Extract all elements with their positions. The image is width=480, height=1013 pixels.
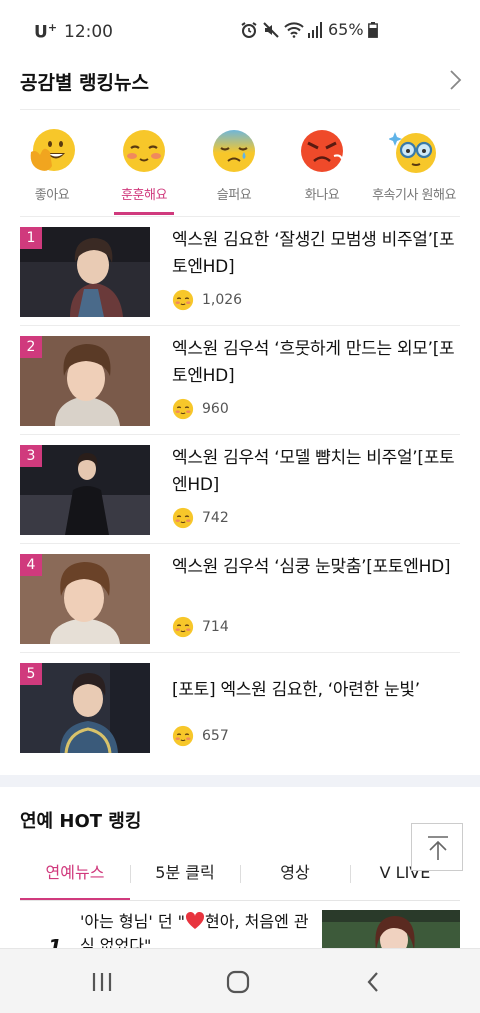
reaction-count: 1,026: [172, 289, 242, 311]
rank-badge: 1: [20, 227, 42, 249]
emotion-label: 후속기사 원해요: [372, 188, 456, 203]
hot-tabs: 연예뉴스 5분 클릭 영상 V LIVE: [20, 856, 460, 900]
emotion-label: 훈훈해요: [121, 188, 167, 203]
hot-news-thumbnail: [322, 910, 460, 950]
recent-apps-button[interactable]: [72, 949, 132, 1013]
status-bar: U+ 12:00 65%: [0, 0, 480, 60]
back-icon: [367, 971, 378, 992]
divider: [20, 325, 460, 326]
scroll-to-top-button[interactable]: [411, 823, 463, 871]
active-tab-indicator: [114, 212, 174, 215]
arrow-up-icon: [428, 836, 448, 860]
reaction-count: 714: [172, 616, 229, 638]
divider: [20, 216, 460, 217]
count-value: 1,026: [202, 292, 243, 308]
sad-face-icon: [213, 130, 255, 172]
tab-heartwarming[interactable]: 훈훈해요: [100, 126, 188, 216]
emotion-label: 화나요: [304, 188, 340, 203]
blushing-face-icon: [123, 130, 165, 172]
rank-badge: 3: [20, 445, 42, 467]
divider: [20, 900, 460, 901]
tab-sad[interactable]: 슬퍼요: [190, 126, 278, 216]
glasses-face-icon: [389, 132, 436, 173]
news-title[interactable]: 엑스원 김우석 ‘흐뭇하게 만드는 외모’[포토엔HD]: [172, 336, 460, 390]
tab-5min-click[interactable]: 5분 클릭: [130, 856, 240, 900]
news-item[interactable]: 2 엑스원 김우석 ‘흐뭇하게 만드는 외모’[포토엔HD] 960: [20, 336, 460, 444]
news-item[interactable]: 3 엑스원 김우석 ‘모델 뺨치는 비주얼’[포토엔HD] 742: [20, 445, 460, 553]
blushing-face-icon: [172, 507, 194, 529]
section-separator: [0, 775, 480, 787]
hot-ranking-title: 연예 HOT 랭킹: [20, 811, 142, 832]
blushing-face-icon: [172, 725, 194, 747]
news-item[interactable]: 5 [포토] 엑스원 김요한, ‘아련한 눈빛’ 657: [20, 663, 460, 771]
news-item[interactable]: 4 엑스원 김우석 ‘심쿵 눈맞춤’[포토엔HD] 714: [20, 554, 460, 662]
rank-badge: 5: [20, 663, 42, 685]
emotion-label: 슬퍼요: [216, 188, 252, 203]
news-title[interactable]: 엑스원 김요한 ‘잘생긴 모범생 비주얼’[포토엔HD]: [172, 227, 460, 281]
chevron-right-icon[interactable]: [446, 68, 464, 92]
angry-face-icon: [301, 130, 343, 172]
tab-angry[interactable]: 화나요: [278, 126, 366, 216]
news-item[interactable]: 1 엑스원 김요한 ‘잘생긴 모범생 비주얼’[포토엔HD] 1,026: [20, 227, 460, 335]
reaction-count: 960: [172, 398, 229, 420]
carrier-label: U+: [34, 21, 58, 43]
tab-entertainment-news[interactable]: 연예뉴스: [20, 856, 130, 900]
tab-video[interactable]: 영상: [240, 856, 350, 900]
blushing-face-icon: [172, 289, 194, 311]
android-nav-bar: [0, 948, 480, 1013]
reaction-count: 657: [172, 725, 229, 747]
rank-badge: 2: [20, 336, 42, 358]
thumbs-up-face-icon: [30, 129, 75, 171]
signal-icon: [308, 21, 322, 38]
battery-icon: [367, 21, 378, 38]
battery-percent: 65%: [328, 20, 364, 39]
reaction-count: 742: [172, 507, 229, 529]
count-value: 657: [202, 728, 229, 744]
active-tab-indicator: [20, 898, 130, 900]
emotion-label: 좋아요: [34, 188, 70, 203]
blushing-face-icon: [172, 398, 194, 420]
divider: [20, 543, 460, 544]
section-title: 공감별 랭킹뉴스: [20, 72, 149, 94]
blushing-face-icon: [172, 616, 194, 638]
divider: [20, 434, 460, 435]
tab-want-follow-up[interactable]: 후속기사 원해요: [370, 126, 458, 216]
news-title[interactable]: 엑스원 김우석 ‘심쿵 눈맞춤’[포토엔HD]: [172, 554, 460, 581]
divider: [20, 109, 460, 110]
home-button[interactable]: [208, 949, 268, 1013]
count-value: 714: [202, 619, 229, 635]
count-value: 742: [202, 510, 229, 526]
tab-like[interactable]: 좋아요: [8, 126, 96, 216]
news-title[interactable]: [포토] 엑스원 김요한, ‘아련한 눈빛’: [172, 677, 460, 704]
home-icon: [226, 970, 250, 993]
mute-icon: [263, 21, 279, 38]
alarm-icon: [241, 21, 257, 38]
recent-apps-icon: [92, 972, 112, 991]
divider: [20, 652, 460, 653]
status-icons: 65%: [240, 20, 378, 39]
heart-icon: [185, 911, 205, 929]
news-title[interactable]: 엑스원 김우석 ‘모델 뺨치는 비주얼’[포토엔HD]: [172, 445, 460, 499]
rank-badge: 4: [20, 554, 42, 576]
back-button[interactable]: [343, 949, 403, 1013]
clock: 12:00: [64, 22, 113, 42]
wifi-icon: [284, 21, 304, 38]
count-value: 960: [202, 401, 229, 417]
